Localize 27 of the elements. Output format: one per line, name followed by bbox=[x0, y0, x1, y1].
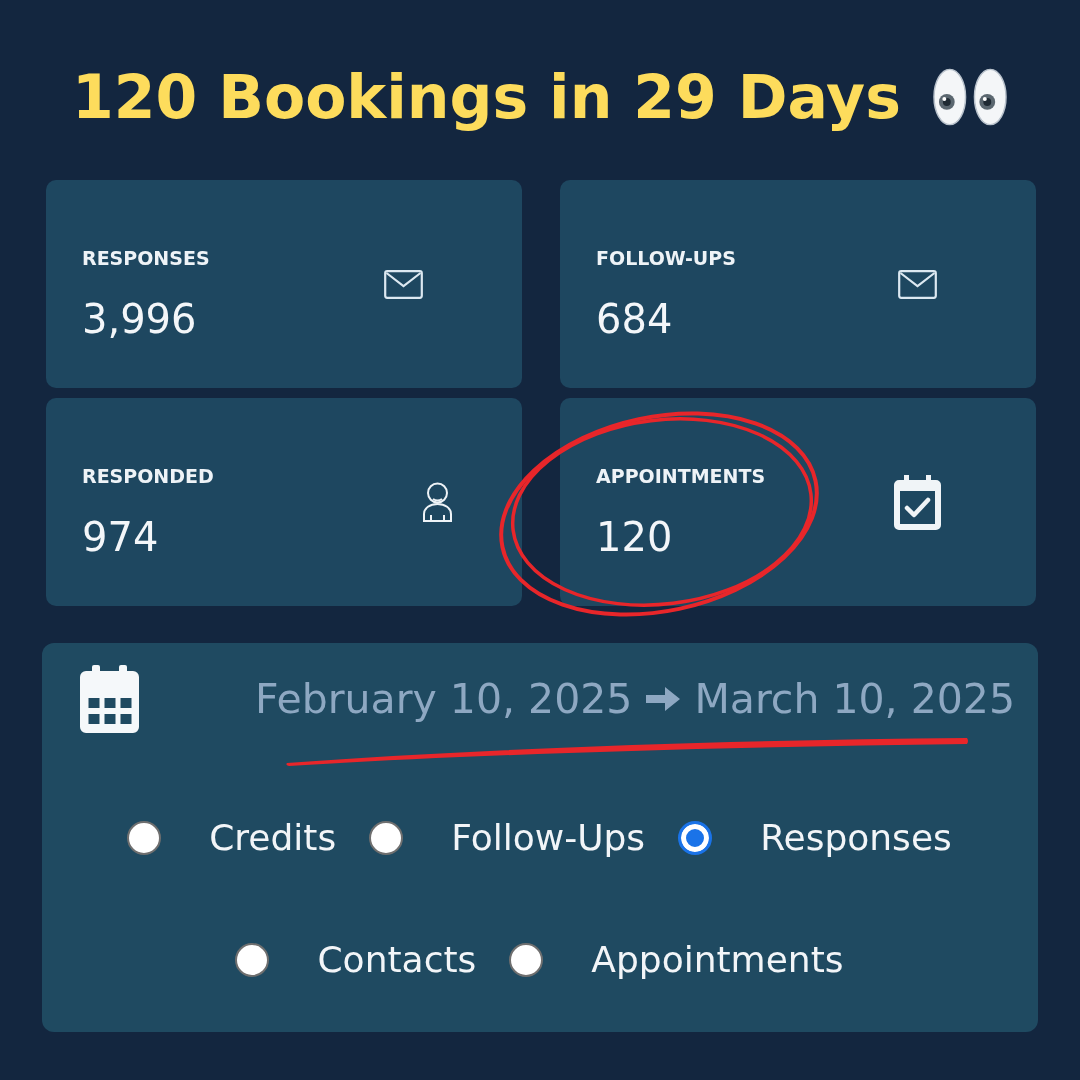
radio-button[interactable] bbox=[509, 942, 544, 977]
radio-label[interactable]: Credits bbox=[209, 816, 337, 859]
radio-label[interactable]: Follow-Ups bbox=[451, 816, 646, 859]
start-date: February 10, 2025 bbox=[255, 674, 633, 724]
stat-value: 974 bbox=[82, 513, 159, 561]
stat-label: RESPONDED bbox=[82, 465, 214, 488]
stat-value: 3,996 bbox=[82, 295, 197, 343]
radio-label[interactable]: Appointments bbox=[591, 938, 844, 981]
arrow-icon bbox=[646, 686, 681, 712]
radio-button[interactable] bbox=[369, 820, 404, 855]
radio-button[interactable] bbox=[235, 942, 270, 977]
radio-label[interactable]: Responses bbox=[760, 816, 952, 859]
stat-label: RESPONSES bbox=[82, 247, 210, 270]
stat-label: APPOINTMENTS bbox=[596, 465, 766, 488]
calendar-icon bbox=[80, 665, 139, 733]
eyes-icon bbox=[932, 68, 1008, 126]
end-date: March 10, 2025 bbox=[694, 674, 1015, 724]
stat-label: FOLLOW-UPS bbox=[596, 247, 736, 270]
stat-value: 120 bbox=[596, 513, 673, 561]
person-icon bbox=[422, 482, 453, 522]
calendar-check-icon bbox=[893, 474, 942, 530]
envelope-icon bbox=[384, 269, 423, 299]
radio-button[interactable] bbox=[127, 820, 162, 855]
radio-label[interactable]: Contacts bbox=[317, 938, 477, 981]
radio-button[interactable] bbox=[678, 820, 713, 855]
stat-value: 684 bbox=[596, 295, 673, 343]
envelope-icon bbox=[898, 269, 937, 299]
